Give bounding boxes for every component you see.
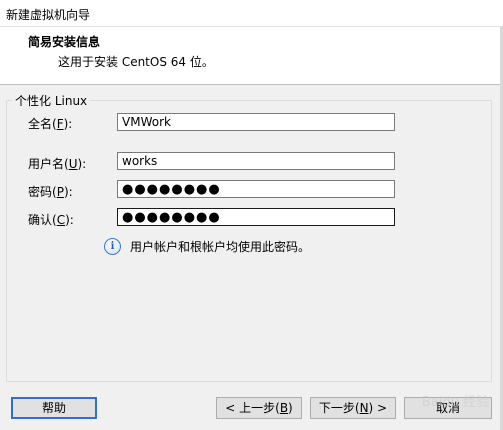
info-icon: i xyxy=(104,238,121,255)
username-label: 用户名(U): xyxy=(28,157,87,171)
next-button[interactable]: 下一步(N) > xyxy=(310,397,396,419)
wizard-header: 简易安装信息 这用于安装 CentOS 64 位。 xyxy=(0,27,503,85)
back-button[interactable]: < 上一步(B) xyxy=(216,397,302,419)
username-input[interactable] xyxy=(117,152,395,170)
fullname-input[interactable] xyxy=(117,113,395,131)
group-legend: 个性化 Linux xyxy=(12,92,91,109)
cancel-button[interactable]: 取消 xyxy=(404,397,492,419)
header-subtitle: 这用于安装 CentOS 64 位。 xyxy=(58,55,214,69)
password-label: 密码(P): xyxy=(28,185,73,199)
confirm-label: 确认(C): xyxy=(28,213,74,227)
help-button[interactable]: 帮助 xyxy=(11,397,97,419)
info-note: i 用户帐户和根帐户均使用此密码。 xyxy=(104,238,310,255)
password-input[interactable] xyxy=(117,180,395,198)
window-title: 新建虚拟机向导 xyxy=(6,8,91,22)
header-title: 简易安装信息 xyxy=(28,35,101,49)
info-text: 用户帐户和根帐户均使用此密码。 xyxy=(130,240,311,254)
title-bar: 新建虚拟机向导 xyxy=(0,0,503,27)
fullname-label: 全名(F): xyxy=(28,117,73,131)
confirm-input[interactable] xyxy=(117,208,395,226)
